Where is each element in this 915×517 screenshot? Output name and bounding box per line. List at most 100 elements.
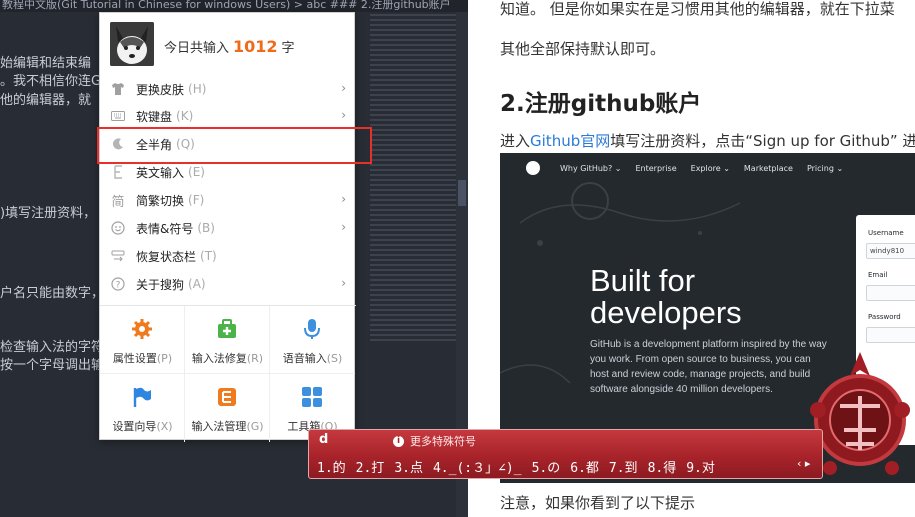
editor-minimap[interactable] [370, 14, 456, 344]
email-field[interactable] [866, 285, 915, 301]
chevron-right-icon: › [341, 220, 346, 234]
github-nav-item[interactable]: Explore ⌄ [691, 164, 730, 173]
settings-gear-icon [132, 319, 152, 339]
section-heading: 2.注册github账户 [500, 91, 702, 117]
menu-item-label: 恢复状态栏 [136, 249, 197, 264]
candidate-list: 1.的 2.打 3.点 4._(:３」∠)_ 5.の 6.都 7.到 8.得 9… [317, 457, 725, 476]
menu-item-hotkey: (K) [176, 109, 194, 123]
svg-text:?: ? [116, 281, 121, 291]
chevron-right-icon: › [341, 192, 346, 206]
more-symbols-label: 更多特殊符号 [410, 435, 476, 448]
editor-line: 户名只能由数字， [0, 286, 105, 301]
tool-properties[interactable]: 属性设置(P) [100, 306, 185, 374]
candidate-item[interactable]: 8.得 [648, 457, 677, 476]
editor-line: 他的编辑器，就 [0, 93, 92, 108]
candidate-page-nav[interactable]: ‹ ▸ [797, 457, 810, 470]
tool-label: 输入法管理(G) [191, 420, 264, 433]
candidate-item[interactable]: 5.の [532, 457, 561, 476]
tool-label: 输入法修复(R) [191, 352, 264, 365]
husky-avatar-icon [110, 22, 154, 66]
chevron-right-icon: › [341, 276, 346, 290]
editor-breadcrumb[interactable]: 教程中文版(Git Tutorial in Chinese for window… [0, 0, 468, 12]
github-nav-item[interactable]: Enterprise [635, 164, 676, 173]
tool-ime-manager[interactable]: 输入法管理(G) [185, 374, 270, 442]
more-symbols-link[interactable]: i 更多特殊符号 [393, 433, 476, 449]
username-field[interactable]: windy810 [866, 243, 915, 259]
microphone-icon [304, 319, 320, 339]
email-label: Email [868, 271, 888, 279]
editor-line: )填写注册资料， [0, 206, 97, 221]
ime-candidate-bar: d i 更多特殊符号 1.的 2.打 3.点 4._(:３」∠)_ 5.の 6.… [308, 429, 823, 479]
password-label: Password [868, 313, 901, 321]
github-nav-item[interactable]: Why GitHub? ⌄ [560, 164, 621, 173]
menu-header: 今日共输入 1012 字 [100, 13, 354, 79]
menu-item-change-skin[interactable]: 更换皮肤 (H) › [100, 75, 356, 103]
editor-scroll-thumb[interactable] [458, 180, 466, 206]
menu-item-hotkey: (B) [197, 221, 215, 235]
tool-grid: 属性设置(P) 输入法修复(R) 语音输入(S) 设置向导(X) 输入法管理(G… [100, 305, 356, 442]
today-count: 1012 [233, 37, 278, 56]
jian-icon: 简 [111, 194, 125, 210]
menu-item-soft-keyboard[interactable]: 软键盘 (K) › [100, 102, 356, 130]
tool-repair[interactable]: 输入法修复(R) [185, 306, 270, 374]
info-icon: i [393, 435, 404, 447]
moon-icon [111, 137, 125, 151]
manager-icon [218, 388, 236, 406]
menu-item-label: 软键盘 [136, 109, 173, 124]
github-nav-item[interactable]: Pricing ⌄ [807, 164, 843, 173]
candidate-item[interactable]: 3.点 [394, 457, 423, 476]
candidate-item[interactable]: 6.都 [570, 457, 599, 476]
menu-item-restore-statusbar[interactable]: 恢复状态栏 (T) [100, 242, 356, 270]
menu-item-label: 关于搜狗 [136, 277, 185, 292]
tool-label: 设置向导(X) [112, 420, 173, 433]
candidate-item[interactable]: 4._(:３」∠)_ [433, 457, 522, 476]
tool-label: 语音输入(S) [282, 352, 343, 365]
english-e-icon [111, 165, 125, 179]
flag-icon [133, 387, 151, 407]
menu-item-emoji-symbols[interactable]: 表情&符号 (B) › [100, 214, 356, 242]
candidate-item[interactable]: 9.对 [686, 457, 715, 476]
toolbox-icon [302, 387, 322, 407]
candidate-item[interactable]: 7.到 [609, 457, 638, 476]
tool-voice-input[interactable]: 语音输入(S) [270, 306, 355, 374]
github-nav: Why GitHub? ⌄ Enterprise Explore ⌄ Marke… [500, 153, 915, 183]
github-hero-description: GitHub is a development platform inspire… [590, 339, 827, 395]
menu-item-simplified-traditional[interactable]: 简 简繁切换 (F) › [100, 186, 356, 214]
github-nav-item[interactable]: Marketplace [744, 164, 793, 173]
daily-input-count: 今日共输入 1012 字 [164, 37, 295, 56]
editor-line: 。我不相信你连G [0, 74, 102, 89]
editor-line: 按一个字母调出输 [0, 358, 105, 373]
doc-paragraph: 注意，如果你看到了以下提示 [500, 494, 696, 512]
question-icon: ? [111, 277, 125, 291]
doc-paragraph: 知道。 但是你如果实在是习惯用其他的编辑器，就在下拉菜 [500, 0, 895, 18]
menu-item-hotkey: (Q) [176, 137, 195, 151]
menu-item-about-sogou[interactable]: ? 关于搜狗 (A) › [100, 270, 356, 298]
doc-paragraph: 进入Github官网填写注册资料，点击“Sign up for Github” … [500, 130, 915, 151]
chevron-right-icon: › [341, 108, 346, 122]
doc-text: 填写注册资料，点击“Sign up for Github” 进 [610, 132, 915, 150]
today-suffix: 字 [281, 41, 295, 56]
candidate-item[interactable]: 2.打 [356, 457, 385, 476]
menu-item-english-input[interactable]: 英文输入 (E) [100, 158, 356, 186]
menu-item-label: 全半角 [136, 137, 173, 152]
editor-line: 始编辑和结束编 [0, 56, 92, 71]
candidate-item[interactable]: 1.的 [317, 457, 346, 476]
menu-item-label: 更换皮肤 [136, 82, 185, 97]
menu-item-hotkey: (A) [188, 277, 206, 291]
menu-item-hotkey: (F) [188, 193, 205, 207]
doc-paragraph: 其他全部保持默认即可。 [500, 40, 666, 58]
tool-label: 属性设置(P) [112, 352, 173, 365]
github-logo-icon[interactable] [526, 161, 540, 175]
menu-item-hotkey: (T) [200, 249, 217, 263]
avatar[interactable] [110, 22, 154, 66]
ime-context-menu: 今日共输入 1012 字 更换皮肤 (H) › 软键盘 (K) › 全半角 (Q) … [99, 12, 356, 442]
github-link[interactable]: Github官网 [530, 132, 610, 150]
composition-text: d [319, 432, 329, 447]
tool-setup-wizard[interactable]: 设置向导(X) [100, 374, 185, 442]
chevron-right-icon: › [341, 81, 346, 95]
menu-item-hotkey: (H) [188, 82, 207, 96]
menu-item-full-half-width[interactable]: 全半角 (Q) [100, 130, 356, 158]
smile-icon [111, 221, 125, 235]
menu-item-label: 简繁切换 [136, 193, 185, 208]
menu-item-hotkey: (E) [188, 165, 205, 179]
